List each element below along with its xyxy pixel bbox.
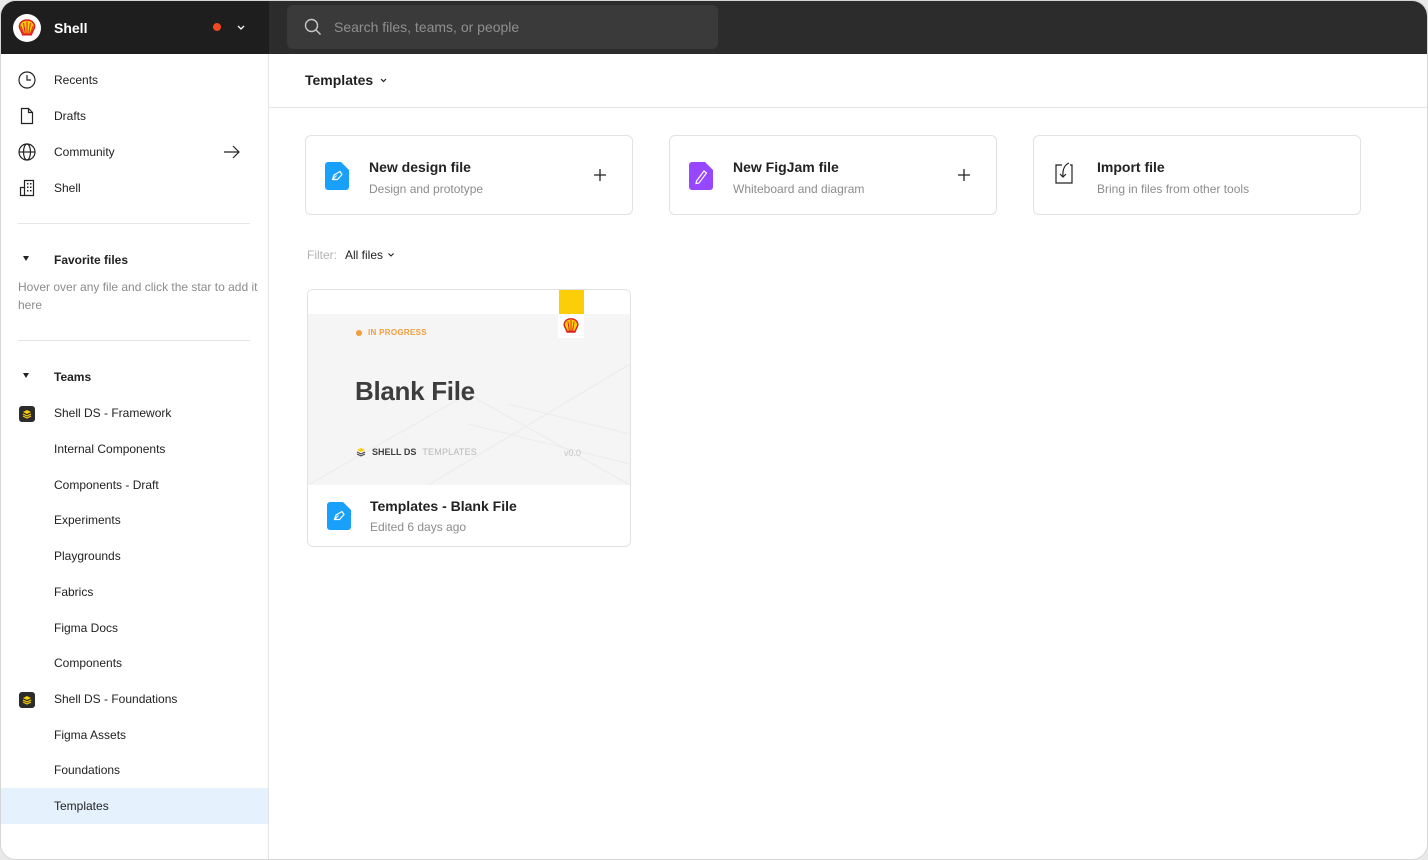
import-file-card[interactable]: Import file Bring in files from other to… — [1033, 135, 1361, 215]
team-name: Shell DS - Foundations — [54, 692, 178, 706]
plus-icon — [594, 169, 606, 181]
caret-down-icon — [23, 373, 29, 378]
teams-toggle[interactable]: Teams — [1, 362, 268, 392]
card-title: Import file — [1097, 159, 1165, 175]
brand-subtitle: TEMPLATES — [422, 447, 477, 457]
team-shell-ds-framework[interactable]: Shell DS - Framework — [1, 395, 268, 431]
top-bar: Shell — [1, 1, 1427, 54]
card-subtitle: Design and prototype — [369, 182, 484, 196]
chevron-down-icon[interactable] — [235, 21, 247, 33]
sidebar-item-shell[interactable]: Shell — [1, 170, 268, 206]
sidebar-item-label: Recents — [54, 73, 99, 87]
team-name: Shell DS - Framework — [54, 406, 172, 420]
design-file-icon — [325, 162, 349, 190]
thumbnail-title: Blank File — [355, 376, 475, 406]
arrow-right-icon — [224, 145, 240, 159]
new-figjam-file-card[interactable]: New FigJam file Whiteboard and diagram — [669, 135, 997, 215]
project-label: Templates — [54, 799, 109, 813]
project-label: Components - Draft — [54, 478, 159, 492]
project-title-dropdown[interactable]: Templates — [305, 72, 388, 88]
file-icon — [20, 107, 34, 125]
project-figma-docs[interactable]: Figma Docs — [1, 610, 268, 646]
project-label: Experiments — [54, 513, 121, 527]
project-components-draft[interactable]: Components - Draft — [1, 467, 268, 503]
favorite-files-toggle[interactable]: Favorite files — [1, 245, 268, 275]
project-label: Figma Assets — [54, 728, 127, 742]
sidebar-item-label: Shell — [54, 181, 81, 195]
page-title: Templates — [305, 72, 374, 88]
sidebar: Recents Drafts Community Shell Favorite … — [1, 54, 269, 859]
sidebar-item-label: Community — [54, 145, 115, 159]
project-label: Components — [54, 656, 123, 670]
layers-icon — [356, 448, 366, 457]
status-badge: IN PROGRESS — [356, 328, 427, 337]
project-internal-components[interactable]: Internal Components — [1, 431, 268, 467]
shell-logo-icon — [13, 13, 41, 42]
sidebar-divider — [18, 223, 250, 224]
project-label: Fabrics — [54, 585, 94, 599]
chevron-down-icon — [380, 78, 387, 82]
status-text: IN PROGRESS — [368, 328, 427, 337]
file-card[interactable]: IN PROGRESS Blank File SHELL DS TEMPLATE… — [307, 289, 631, 547]
team-avatar-icon — [19, 406, 35, 422]
chevron-down-icon — [388, 253, 394, 257]
file-name: Templates - Blank File — [370, 498, 517, 514]
search-bar[interactable] — [287, 5, 718, 49]
status-dot — [356, 329, 362, 336]
card-subtitle: Whiteboard and diagram — [733, 182, 865, 196]
new-design-file-card[interactable]: New design file Design and prototype — [305, 135, 633, 215]
page-header: Templates — [269, 54, 1427, 108]
favorite-files-heading: Favorite files — [54, 253, 129, 267]
sidebar-divider — [18, 340, 250, 341]
globe-icon — [18, 143, 36, 161]
project-label: Internal Components — [54, 442, 166, 456]
project-label: Foundations — [54, 763, 121, 777]
app-window: Shell Recents D — [0, 0, 1428, 860]
filter-label: Filter: — [307, 248, 337, 262]
notification-dot — [213, 23, 221, 31]
project-foundations[interactable]: Foundations — [1, 752, 268, 788]
thumbnail-accent-tab — [559, 290, 584, 314]
project-label: Figma Docs — [54, 621, 119, 635]
card-title: New FigJam file — [733, 159, 839, 175]
thumbnail-version: v0.0 — [564, 448, 582, 458]
file-thumbnail: IN PROGRESS Blank File SHELL DS TEMPLATE… — [308, 290, 630, 485]
clock-icon — [18, 71, 36, 89]
favorite-files-hint: Hover over any file and click the star t… — [18, 280, 258, 312]
caret-down-icon — [23, 256, 29, 261]
search-input[interactable] — [334, 19, 694, 35]
project-fabrics[interactable]: Fabrics — [1, 574, 268, 610]
org-switcher[interactable]: Shell — [1, 1, 269, 54]
sidebar-item-label: Drafts — [54, 109, 87, 123]
org-name: Shell — [54, 19, 88, 36]
project-playgrounds[interactable]: Playgrounds — [1, 538, 268, 574]
file-edited-time: Edited 6 days ago — [370, 520, 467, 534]
brand-name: SHELL DS — [372, 447, 417, 457]
sidebar-item-drafts[interactable]: Drafts — [1, 98, 268, 134]
shell-logo-icon — [558, 314, 584, 338]
import-icon — [1055, 162, 1073, 184]
project-experiments[interactable]: Experiments — [1, 502, 268, 538]
card-subtitle: Bring in files from other tools — [1097, 182, 1250, 196]
filter-value: All files — [345, 248, 384, 262]
project-components[interactable]: Components — [1, 645, 268, 681]
teams-heading: Teams — [54, 370, 92, 384]
building-icon — [19, 179, 35, 197]
team-avatar-icon — [19, 692, 35, 708]
design-file-icon — [327, 502, 351, 530]
figjam-file-icon — [689, 162, 713, 190]
filter-control[interactable]: Filter: All files — [307, 248, 395, 262]
sidebar-item-community[interactable]: Community — [1, 134, 268, 170]
main-content: Templates New design file Design and pro… — [269, 54, 1427, 859]
project-label: Playgrounds — [54, 549, 121, 563]
plus-icon — [958, 169, 970, 181]
thumbnail-brand: SHELL DS TEMPLATES — [356, 447, 477, 457]
project-templates[interactable]: Templates — [1, 788, 268, 824]
card-title: New design file — [369, 159, 471, 175]
project-figma-assets[interactable]: Figma Assets — [1, 717, 268, 753]
search-icon — [304, 18, 321, 35]
team-shell-ds-foundations[interactable]: Shell DS - Foundations — [1, 681, 268, 717]
sidebar-item-recents[interactable]: Recents — [1, 62, 268, 98]
